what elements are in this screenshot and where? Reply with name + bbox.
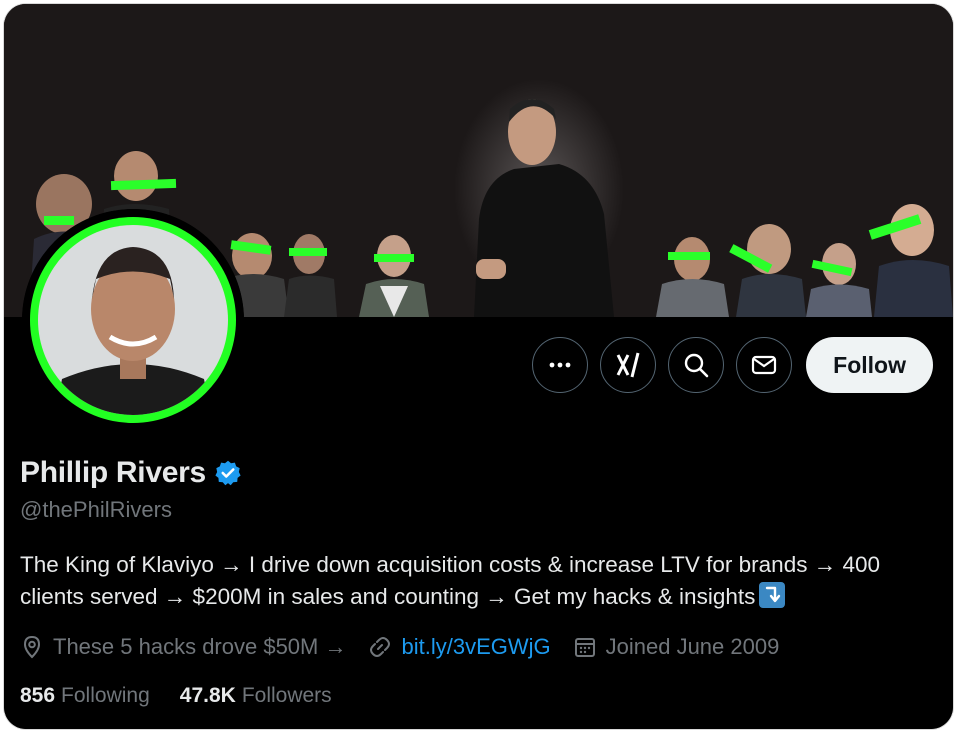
profile-actions: Follow — [532, 337, 933, 393]
joined-text: Joined June 2009 — [605, 634, 780, 659]
location-pin-icon — [23, 635, 41, 659]
search-icon — [684, 353, 709, 378]
profile-card: Follow Phillip Rivers @thePhilRivers The… — [4, 4, 953, 729]
message-icon — [752, 355, 777, 375]
followers-count: 47.8K — [179, 684, 236, 707]
following-label: Following — [61, 684, 150, 707]
website-link[interactable]: bit.ly/3vEGWjG — [401, 634, 550, 660]
name-row: Phillip Rivers — [20, 456, 242, 490]
display-name: Phillip Rivers — [20, 456, 206, 489]
follow-button[interactable]: Follow — [806, 337, 933, 393]
verified-badge-icon[interactable] — [214, 459, 242, 487]
link-icon — [370, 637, 391, 657]
profile-avatar[interactable] — [22, 209, 244, 431]
user-handle: @thePhilRivers — [20, 497, 172, 522]
grok-button[interactable] — [600, 337, 657, 393]
joined-item: Joined June 2009 — [573, 634, 780, 660]
followers-label: Followers — [241, 684, 332, 707]
follow-stats: 856 Following 47.8K Followers — [20, 684, 332, 708]
search-profile-button[interactable] — [668, 337, 725, 393]
calendar-icon — [574, 638, 595, 657]
profile-bio: The King of Klaviyo → I drive down acqui… — [20, 549, 940, 613]
website-item[interactable]: bit.ly/3vEGWjG — [368, 634, 551, 660]
following-count: 856 — [20, 684, 56, 707]
followers-stat[interactable]: 47.8K Followers — [180, 684, 332, 708]
bio-text: The King of Klaviyo → I drive down acqui… — [20, 552, 880, 609]
following-stat[interactable]: 856 Following — [20, 684, 150, 708]
grok-icon — [616, 352, 640, 378]
arrow-down-emoji-icon — [759, 582, 786, 608]
location-text: These 5 hacks drove $50M → — [53, 634, 347, 659]
message-button[interactable] — [736, 337, 793, 393]
profile-meta: These 5 hacks drove $50M → bit.ly/3vEGWj… — [20, 634, 779, 660]
location-item: These 5 hacks drove $50M → — [20, 634, 346, 660]
avatar-image — [22, 209, 244, 431]
more-button[interactable] — [532, 337, 589, 393]
more-icon — [549, 362, 571, 368]
